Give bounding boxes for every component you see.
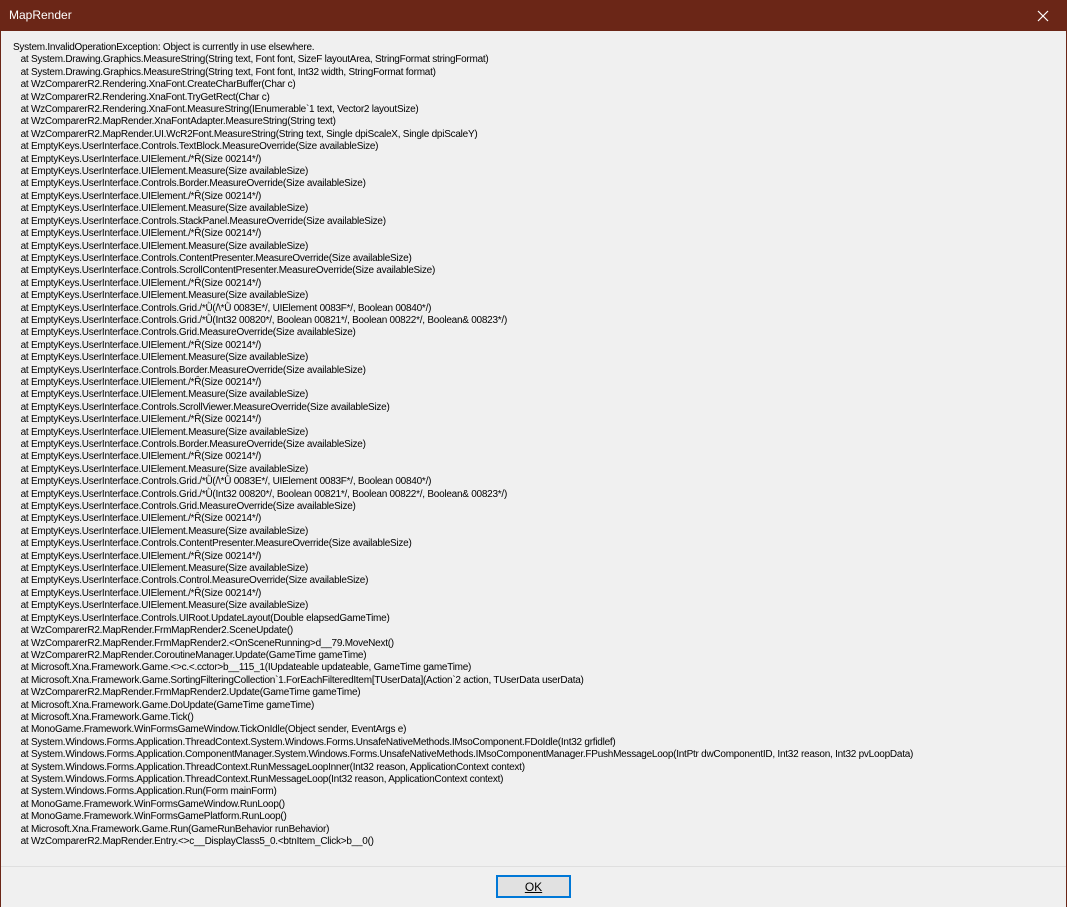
stack-trace-line: at EmptyKeys.UserInterface.UIElement./*Ȓ… xyxy=(13,228,262,240)
stack-trace-line: at EmptyKeys.UserInterface.Controls.Cont… xyxy=(13,252,412,264)
stack-trace-line: at System.Drawing.Graphics.MeasureString… xyxy=(13,66,436,78)
stack-trace-line: at WzComparerR2.MapRender.Entry.<>c__Dis… xyxy=(13,836,374,847)
stack-trace-line: at EmptyKeys.UserInterface.UIElement./*Ȓ… xyxy=(13,513,262,525)
close-icon xyxy=(1037,10,1049,22)
stack-trace-line: at EmptyKeys.UserInterface.UIElement.Mea… xyxy=(13,463,309,475)
stack-trace-line: at EmptyKeys.UserInterface.Controls.Grid… xyxy=(13,302,432,314)
stack-trace-line: at EmptyKeys.UserInterface.UIElement.Mea… xyxy=(13,166,309,178)
stack-trace-line: at EmptyKeys.UserInterface.UIElement.Mea… xyxy=(13,352,309,364)
stack-trace-line: at WzComparerR2.Rendering.XnaFont.Measur… xyxy=(13,104,419,116)
stack-trace-line: System.InvalidOperationException: Object… xyxy=(13,42,315,53)
stack-trace-line: at WzComparerR2.MapRender.FrmMapRender2.… xyxy=(13,687,361,699)
ok-button[interactable]: OK xyxy=(496,875,571,898)
stack-trace-line: at EmptyKeys.UserInterface.UIElement.Mea… xyxy=(13,600,309,612)
stack-trace-line: at EmptyKeys.UserInterface.Controls.Bord… xyxy=(13,178,366,190)
stack-trace-line: at WzComparerR2.MapRender.XnaFontAdapter… xyxy=(13,116,336,128)
stack-trace-line: at EmptyKeys.UserInterface.Controls.Cont… xyxy=(13,575,369,587)
stack-trace-line: at EmptyKeys.UserInterface.Controls.Bord… xyxy=(13,439,366,450)
stack-trace-line: at WzComparerR2.MapRender.FrmMapRender2.… xyxy=(13,625,294,637)
stack-trace-line: at EmptyKeys.UserInterface.UIElement./*Ȓ… xyxy=(13,451,262,463)
title-bar[interactable]: MapRender xyxy=(1,1,1066,31)
stack-trace-line: at WzComparerR2.Rendering.XnaFont.TryGet… xyxy=(13,91,270,103)
exception-message-text: System.InvalidOperationException: Object… xyxy=(13,42,1058,848)
stack-trace-line: at Microsoft.Xna.Framework.Game.Run(Game… xyxy=(13,823,330,835)
stack-trace-line: at EmptyKeys.UserInterface.UIElement./*Ȓ… xyxy=(13,550,262,562)
stack-trace-line: at WzComparerR2.Rendering.XnaFont.Create… xyxy=(13,79,296,91)
stack-trace-line: at EmptyKeys.UserInterface.Controls.Grid… xyxy=(13,476,432,488)
stack-trace-line: at WzComparerR2.MapRender.CoroutineManag… xyxy=(13,649,367,661)
close-button[interactable] xyxy=(1020,1,1066,31)
stack-trace-line: at EmptyKeys.UserInterface.Controls.UIRo… xyxy=(13,612,390,624)
window-title: MapRender xyxy=(9,8,72,22)
stack-trace-line: at System.Windows.Forms.Application.Thre… xyxy=(13,761,525,773)
stack-trace-line: at EmptyKeys.UserInterface.UIElement./*Ȓ… xyxy=(13,376,262,388)
stack-trace-line: at EmptyKeys.UserInterface.Controls.Cont… xyxy=(13,538,412,550)
stack-trace-line: at Microsoft.Xna.Framework.Game.<>c.<.cc… xyxy=(13,662,472,674)
stack-trace-line: at EmptyKeys.UserInterface.Controls.Text… xyxy=(13,141,379,153)
stack-trace-line: at System.Drawing.Graphics.MeasureString… xyxy=(13,54,489,66)
stack-trace-line: at MonoGame.Framework.WinFormsGamePlatfo… xyxy=(13,811,287,823)
stack-trace-line: at WzComparerR2.MapRender.FrmMapRender2.… xyxy=(13,637,395,649)
dialog-button-bar: OK xyxy=(1,866,1066,907)
stack-trace-line: at EmptyKeys.UserInterface.UIElement./*Ȓ… xyxy=(13,339,262,351)
ok-button-label: OK xyxy=(524,879,543,894)
stack-trace-line: at System.Windows.Forms.Application.Thre… xyxy=(13,773,504,785)
stack-trace-line: at EmptyKeys.UserInterface.UIElement.Mea… xyxy=(13,426,309,438)
stack-trace-line: at EmptyKeys.UserInterface.UIElement./*Ȓ… xyxy=(13,587,262,599)
stack-trace-line: at System.Windows.Forms.Application.Comp… xyxy=(13,749,914,761)
stack-trace-line: at EmptyKeys.UserInterface.UIElement./*Ȓ… xyxy=(13,414,262,426)
stack-trace-line: at EmptyKeys.UserInterface.Controls.Bord… xyxy=(13,364,366,376)
stack-trace-line: at EmptyKeys.UserInterface.UIElement./*Ȓ… xyxy=(13,277,262,289)
stack-trace-line: at EmptyKeys.UserInterface.UIElement.Mea… xyxy=(13,389,309,401)
stack-trace-line: at EmptyKeys.UserInterface.UIElement./*Ȓ… xyxy=(13,190,262,202)
stack-trace-line: at Microsoft.Xna.Framework.Game.SortingF… xyxy=(13,674,584,686)
stack-trace-line: at EmptyKeys.UserInterface.Controls.Grid… xyxy=(13,501,356,513)
stack-trace-line: at EmptyKeys.UserInterface.UIElement.Mea… xyxy=(13,203,309,215)
stack-trace-line: at EmptyKeys.UserInterface.UIElement.Mea… xyxy=(13,290,309,302)
stack-trace-line: at EmptyKeys.UserInterface.Controls.Scro… xyxy=(13,265,436,277)
stack-trace-line: at MonoGame.Framework.WinFormsGameWindow… xyxy=(13,724,407,736)
stack-trace-line: at Microsoft.Xna.Framework.Game.Tick() xyxy=(13,711,194,723)
dialog-content-area: System.InvalidOperationException: Object… xyxy=(1,31,1066,866)
stack-trace-line: at EmptyKeys.UserInterface.UIElement./*Ȓ… xyxy=(13,153,262,165)
stack-trace-line: at EmptyKeys.UserInterface.Controls.Stac… xyxy=(13,215,386,227)
stack-trace-line: at EmptyKeys.UserInterface.UIElement.Mea… xyxy=(13,240,309,252)
error-dialog-window: MapRender System.InvalidOperationExcepti… xyxy=(0,0,1067,907)
stack-trace-line: at EmptyKeys.UserInterface.Controls.Grid… xyxy=(13,314,508,326)
stack-trace-line: at WzComparerR2.MapRender.UI.WcR2Font.Me… xyxy=(13,128,478,140)
stack-trace-line: at EmptyKeys.UserInterface.UIElement.Mea… xyxy=(13,563,309,575)
stack-trace-line: at EmptyKeys.UserInterface.Controls.Scro… xyxy=(13,401,390,413)
stack-trace-line: at System.Windows.Forms.Application.Thre… xyxy=(13,736,616,748)
stack-trace-line: at Microsoft.Xna.Framework.Game.DoUpdate… xyxy=(13,699,315,711)
stack-trace-line: at EmptyKeys.UserInterface.Controls.Grid… xyxy=(13,327,356,339)
stack-trace-line: at MonoGame.Framework.WinFormsGameWindow… xyxy=(13,798,286,810)
stack-trace-line: at EmptyKeys.UserInterface.UIElement.Mea… xyxy=(13,525,309,537)
stack-trace-line: at System.Windows.Forms.Application.Run(… xyxy=(13,786,277,798)
stack-trace-line: at EmptyKeys.UserInterface.Controls.Grid… xyxy=(13,488,508,500)
